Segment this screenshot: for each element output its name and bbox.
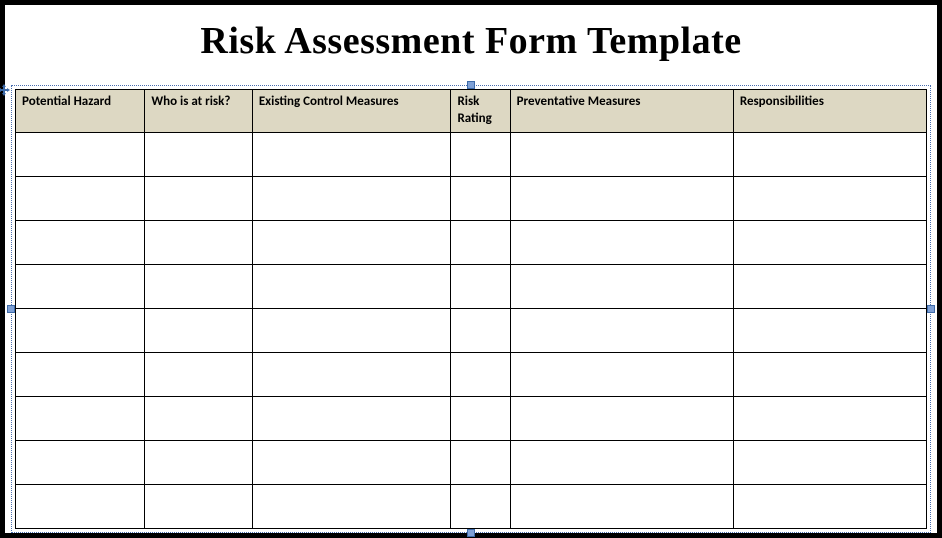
table-cell[interactable] bbox=[733, 176, 926, 220]
table-row bbox=[16, 484, 927, 528]
table-cell[interactable] bbox=[451, 176, 510, 220]
table-row bbox=[16, 220, 927, 264]
table-cell[interactable] bbox=[510, 220, 733, 264]
table-cell[interactable] bbox=[733, 308, 926, 352]
table-cell[interactable] bbox=[733, 220, 926, 264]
table-cell[interactable] bbox=[16, 264, 145, 308]
table-header-row: Potential Hazard Who is at risk? Existin… bbox=[16, 90, 927, 133]
resize-handle-right[interactable] bbox=[927, 305, 935, 313]
table-cell[interactable] bbox=[16, 440, 145, 484]
table-cell[interactable] bbox=[510, 352, 733, 396]
table-body bbox=[16, 132, 927, 528]
table-cell[interactable] bbox=[510, 308, 733, 352]
resize-handle-bottom[interactable] bbox=[467, 529, 475, 537]
table-cell[interactable] bbox=[252, 484, 451, 528]
table-row bbox=[16, 264, 927, 308]
table-cell[interactable] bbox=[510, 176, 733, 220]
table-cell[interactable] bbox=[510, 440, 733, 484]
table-cell[interactable] bbox=[451, 484, 510, 528]
table-cell[interactable] bbox=[16, 176, 145, 220]
table-cell[interactable] bbox=[510, 132, 733, 176]
table-cell[interactable] bbox=[451, 352, 510, 396]
risk-assessment-table[interactable]: Potential Hazard Who is at risk? Existin… bbox=[15, 89, 927, 529]
table-cell[interactable] bbox=[252, 220, 451, 264]
table-cell[interactable] bbox=[252, 352, 451, 396]
table-cell[interactable] bbox=[145, 132, 252, 176]
table-cell[interactable] bbox=[733, 440, 926, 484]
table-cell[interactable] bbox=[252, 440, 451, 484]
table-cell[interactable] bbox=[16, 484, 145, 528]
resize-handle-left[interactable] bbox=[7, 305, 15, 313]
table-cell[interactable] bbox=[145, 176, 252, 220]
header-preventative-measures[interactable]: Preventative Measures bbox=[510, 90, 733, 133]
table-cell[interactable] bbox=[145, 352, 252, 396]
table-cell[interactable] bbox=[145, 264, 252, 308]
table-row bbox=[16, 440, 927, 484]
table-cell[interactable] bbox=[733, 264, 926, 308]
header-potential-hazard[interactable]: Potential Hazard bbox=[16, 90, 145, 133]
table-cell[interactable] bbox=[733, 484, 926, 528]
table-cell[interactable] bbox=[252, 264, 451, 308]
table-cell[interactable] bbox=[252, 308, 451, 352]
header-responsibilities[interactable]: Responsibilities bbox=[733, 90, 926, 133]
table-cell[interactable] bbox=[16, 308, 145, 352]
table-row bbox=[16, 308, 927, 352]
table-cell[interactable] bbox=[451, 396, 510, 440]
table-cell[interactable] bbox=[451, 132, 510, 176]
header-existing-control-measures[interactable]: Existing Control Measures bbox=[252, 90, 451, 133]
table-row bbox=[16, 176, 927, 220]
header-who-is-at-risk[interactable]: Who is at risk? bbox=[145, 90, 252, 133]
table-cell[interactable] bbox=[733, 352, 926, 396]
table-cell[interactable] bbox=[16, 220, 145, 264]
table-cell[interactable] bbox=[510, 484, 733, 528]
resize-handle-top[interactable] bbox=[467, 81, 475, 89]
table-row bbox=[16, 396, 927, 440]
table-cell[interactable] bbox=[451, 308, 510, 352]
table-row bbox=[16, 352, 927, 396]
table-cell[interactable] bbox=[733, 132, 926, 176]
page-title: Risk Assessment Form Template bbox=[5, 19, 937, 63]
table-cell[interactable] bbox=[145, 396, 252, 440]
table-selection[interactable]: Potential Hazard Who is at risk? Existin… bbox=[11, 85, 931, 533]
risk-assessment-table-container: Potential Hazard Who is at risk? Existin… bbox=[15, 89, 927, 529]
table-cell[interactable] bbox=[510, 396, 733, 440]
table-cell[interactable] bbox=[451, 264, 510, 308]
table-cell[interactable] bbox=[733, 396, 926, 440]
table-cell[interactable] bbox=[252, 176, 451, 220]
table-cell[interactable] bbox=[16, 352, 145, 396]
table-cell[interactable] bbox=[451, 220, 510, 264]
table-cell[interactable] bbox=[252, 396, 451, 440]
header-risk-rating[interactable]: Risk Rating bbox=[451, 90, 510, 133]
table-row bbox=[16, 132, 927, 176]
table-cell[interactable] bbox=[16, 396, 145, 440]
table-cell[interactable] bbox=[16, 132, 145, 176]
table-cell[interactable] bbox=[510, 264, 733, 308]
move-handle-icon[interactable] bbox=[0, 84, 10, 96]
table-cell[interactable] bbox=[145, 220, 252, 264]
table-cell[interactable] bbox=[451, 440, 510, 484]
page-frame: Risk Assessment Form Template bbox=[0, 0, 942, 538]
table-cell[interactable] bbox=[145, 440, 252, 484]
table-cell[interactable] bbox=[252, 132, 451, 176]
table-cell[interactable] bbox=[145, 308, 252, 352]
table-cell[interactable] bbox=[145, 484, 252, 528]
